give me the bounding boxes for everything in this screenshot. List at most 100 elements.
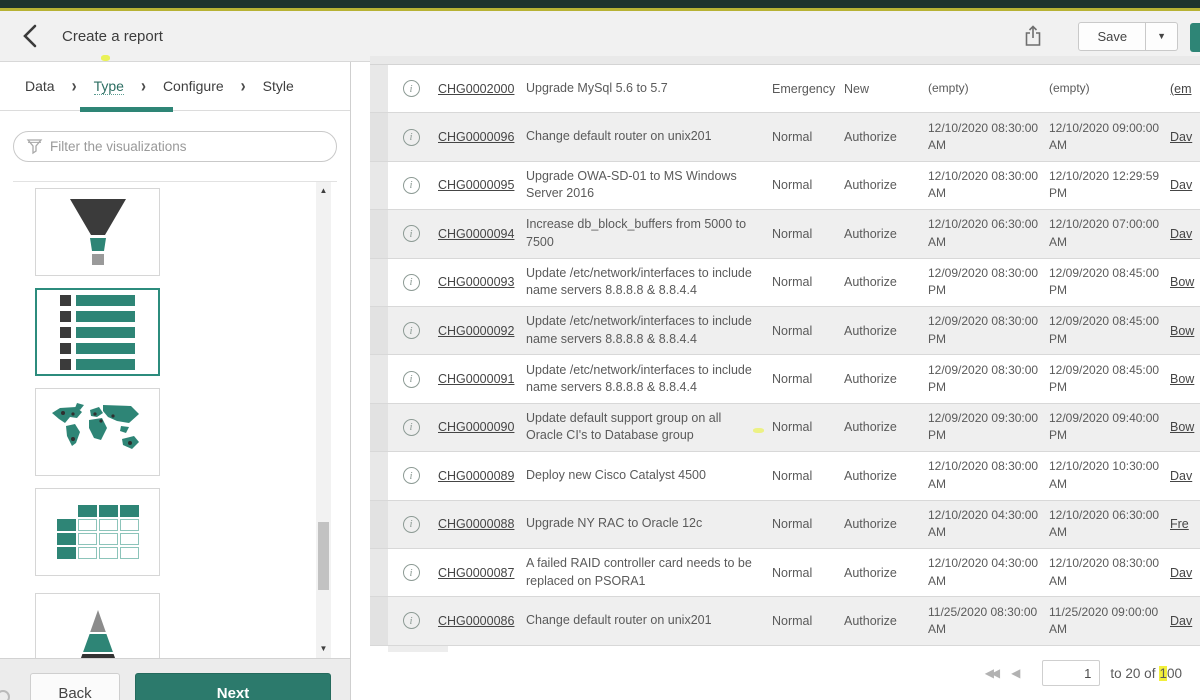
info-icon[interactable]: i: [403, 80, 420, 97]
scrollbar-thumb[interactable]: [318, 522, 329, 590]
assigned-to-link[interactable]: Dav: [1166, 614, 1200, 628]
assigned-to-link[interactable]: Dav: [1166, 178, 1200, 192]
state-cell: Authorize: [840, 614, 924, 628]
wizard-step-configure[interactable]: Configure: [163, 78, 224, 94]
assigned-to-link[interactable]: (em: [1166, 82, 1200, 96]
info-icon[interactable]: i: [403, 225, 420, 242]
scrollbar-down-arrow[interactable]: ▼: [316, 642, 331, 656]
table-row: i CHG0000095 Upgrade OWA-SD-01 to MS Win…: [370, 162, 1200, 210]
state-cell: Authorize: [840, 178, 924, 192]
short-description-cell: Change default router on unix201: [522, 128, 768, 146]
corner-glyph: [0, 690, 10, 700]
wizard-step-style[interactable]: Style: [263, 78, 294, 94]
assigned-to-link[interactable]: Dav: [1166, 227, 1200, 241]
table-rows: i CHG0002000 Upgrade MySql 5.6 to 5.7 Em…: [370, 65, 1200, 646]
page-title: Create a report: [62, 28, 163, 45]
change-number-link[interactable]: CHG0000090: [434, 420, 522, 434]
end-date-cell: 12/10/2020 09:00:00 AM: [1045, 120, 1166, 155]
change-number-link[interactable]: CHG0000095: [434, 178, 522, 192]
end-date-cell: 12/10/2020 08:30:00 AM: [1045, 555, 1166, 590]
info-icon[interactable]: i: [403, 516, 420, 533]
viz-thumbnail-heatmap[interactable]: [35, 488, 160, 576]
previous-page-icon[interactable]: ◀: [1011, 666, 1020, 680]
wizard-step-data[interactable]: Data: [25, 78, 55, 94]
viz-list-scrollbar[interactable]: ▲ ▼: [316, 182, 331, 658]
short-description-cell: Update /etc/network/interfaces to includ…: [522, 362, 768, 397]
pagination: ◀◀ ◀ to 20 of 100: [985, 660, 1182, 686]
viz-thumbnail-funnel[interactable]: [35, 188, 160, 276]
table-row: i CHG0000091 Update /etc/network/interfa…: [370, 355, 1200, 403]
viz-thumbnail-pyramid[interactable]: [35, 593, 160, 658]
short-description-cell: Update default support group on all Orac…: [522, 410, 768, 445]
change-number-link[interactable]: CHG0000091: [434, 372, 522, 386]
info-icon[interactable]: i: [403, 612, 420, 629]
state-cell: Authorize: [840, 324, 924, 338]
start-date-cell: 12/09/2020 09:30:00 PM: [924, 410, 1045, 445]
save-button[interactable]: Save: [1078, 22, 1146, 51]
table-row: i CHG0000094 Increase db_block_buffers f…: [370, 210, 1200, 258]
app-window: Create a report Save ▼ Data›Type›Configu…: [0, 0, 1200, 700]
run-button-clipped[interactable]: [1190, 23, 1200, 52]
end-date-cell: 12/10/2020 06:30:00 AM: [1045, 507, 1166, 542]
assigned-to-link[interactable]: Bow: [1166, 275, 1200, 289]
change-number-link[interactable]: CHG0000094: [434, 227, 522, 241]
info-icon[interactable]: i: [403, 274, 420, 291]
info-icon[interactable]: i: [403, 564, 420, 581]
change-number-link[interactable]: CHG0000086: [434, 614, 522, 628]
scrollbar-up-arrow[interactable]: ▲: [316, 184, 331, 198]
change-number-link[interactable]: CHG0000087: [434, 566, 522, 580]
back-chevron-icon[interactable]: [22, 23, 48, 49]
save-dropdown-button[interactable]: ▼: [1146, 22, 1178, 51]
active-step-indicator: [80, 107, 173, 112]
assigned-to-link[interactable]: Fre: [1166, 517, 1200, 531]
viz-thumbnail-map[interactable]: [35, 388, 160, 476]
change-number-link[interactable]: CHG0000092: [434, 324, 522, 338]
table-row: i CHG0000093 Update /etc/network/interfa…: [370, 259, 1200, 307]
info-icon[interactable]: i: [403, 322, 420, 339]
state-cell: Authorize: [840, 469, 924, 483]
state-cell: Authorize: [840, 372, 924, 386]
assigned-to-link[interactable]: Bow: [1166, 372, 1200, 386]
row-left-strip: [370, 355, 388, 402]
page-number-input[interactable]: [1042, 660, 1100, 686]
state-cell: Authorize: [840, 566, 924, 580]
row-left-strip: [370, 307, 388, 354]
report-wizard-sidebar: Data›Type›Configure›Style: [0, 62, 351, 700]
row-left-strip: [370, 113, 388, 160]
change-number-link[interactable]: CHG0000093: [434, 275, 522, 289]
end-date-cell: 12/09/2020 08:45:00 PM: [1045, 362, 1166, 397]
assigned-to-link[interactable]: Bow: [1166, 324, 1200, 338]
info-icon[interactable]: i: [403, 467, 420, 484]
back-button[interactable]: Back: [30, 673, 120, 700]
info-icon[interactable]: i: [403, 177, 420, 194]
change-number-link[interactable]: CHG0000089: [434, 469, 522, 483]
table-row: i CHG0000090 Update default support grou…: [370, 404, 1200, 452]
cursor-highlight-artifact: [753, 428, 764, 433]
filter-visualizations-input[interactable]: [13, 131, 337, 162]
short-description-cell: Upgrade NY RAC to Oracle 12c: [522, 515, 768, 533]
change-number-link[interactable]: CHG0000096: [434, 130, 522, 144]
assigned-to-link[interactable]: Dav: [1166, 130, 1200, 144]
share-icon[interactable]: [1018, 21, 1048, 51]
change-number-link[interactable]: CHG0002000: [434, 82, 522, 96]
chevron-right-icon: ›: [241, 75, 246, 96]
first-page-icon[interactable]: ◀◀: [985, 666, 997, 680]
wizard-step-type[interactable]: Type: [94, 78, 124, 95]
info-icon[interactable]: i: [403, 419, 420, 436]
assigned-to-link[interactable]: Bow: [1166, 420, 1200, 434]
assigned-to-link[interactable]: Dav: [1166, 469, 1200, 483]
info-icon[interactable]: i: [403, 371, 420, 388]
viz-thumbnail-list[interactable]: [35, 288, 160, 376]
change-number-link[interactable]: CHG0000088: [434, 517, 522, 531]
start-date-cell: 12/10/2020 08:30:00 AM: [924, 120, 1045, 155]
state-cell: New: [840, 82, 924, 96]
end-date-cell: 11/25/2020 09:00:00 AM: [1045, 604, 1166, 639]
row-left-strip: [370, 501, 388, 548]
assigned-to-link[interactable]: Dav: [1166, 566, 1200, 580]
info-icon[interactable]: i: [403, 129, 420, 146]
short-description-cell: A failed RAID controller card needs to b…: [522, 555, 768, 590]
world-map-icon: [46, 399, 150, 465]
next-button[interactable]: Next: [135, 673, 331, 700]
row-left-strip: [370, 162, 388, 209]
visualization-list: ▲ ▼: [13, 181, 337, 658]
